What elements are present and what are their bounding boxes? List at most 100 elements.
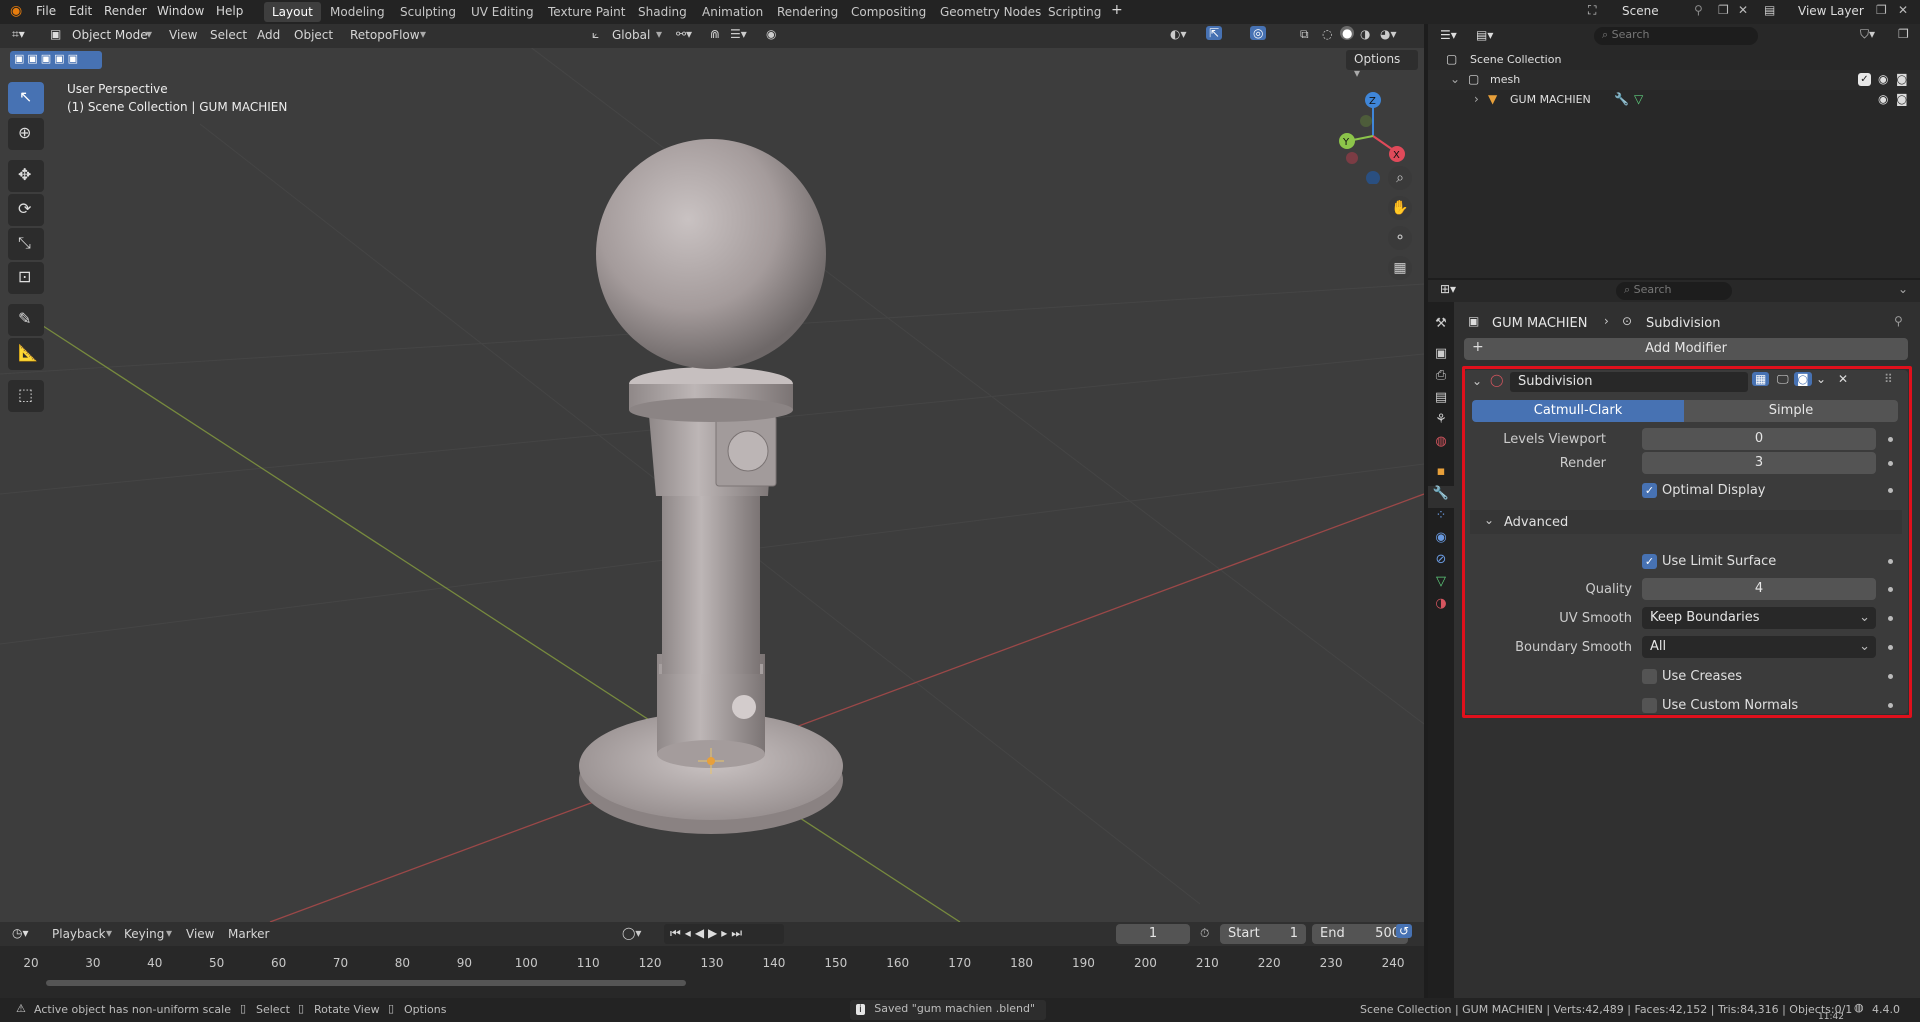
proportional-edit-icon[interactable]: ◉: [766, 27, 776, 41]
tab-layout[interactable]: Layout: [264, 2, 321, 22]
properties-search[interactable]: ⌕ Search: [1616, 282, 1732, 300]
tab-shading[interactable]: Shading: [630, 2, 695, 22]
chevron-down-icon[interactable]: ⌄: [1898, 282, 1908, 296]
annotate-tool[interactable]: ✎: [8, 304, 44, 336]
output-tab-icon[interactable]: ⎙: [1428, 368, 1454, 390]
pan-hand-icon[interactable]: ✋: [1388, 196, 1412, 220]
add-workspace-button[interactable]: +: [1111, 2, 1123, 18]
new-collection-icon[interactable]: ❐: [1898, 27, 1909, 41]
delete-view-layer-icon[interactable]: ✕: [1898, 3, 1908, 17]
3d-viewport[interactable]: User Perspective (1) Scene Collection | …: [0, 24, 1424, 922]
scene-selector[interactable]: Scene: [1622, 4, 1659, 18]
outliner[interactable]: ☰▾ ▤▾ ⌕ Search ⛉▾ ❐ ▢ Scene Collection ⌄…: [1428, 24, 1920, 278]
render-tab-icon[interactable]: ▣: [1428, 346, 1454, 368]
wireframe-shading-icon[interactable]: ◌: [1322, 27, 1332, 41]
add-modifier-button[interactable]: + Add Modifier: [1464, 338, 1908, 360]
blender-logo-icon[interactable]: ◉: [10, 3, 22, 19]
menu-render[interactable]: Render: [104, 4, 147, 18]
tab-compositing[interactable]: Compositing: [843, 2, 934, 22]
tab-uv-editing[interactable]: UV Editing: [463, 2, 542, 22]
move-tool[interactable]: ✥: [8, 160, 44, 192]
pin-icon[interactable]: ⚲: [1694, 3, 1703, 17]
menu-object[interactable]: Object: [294, 28, 333, 42]
menu-add[interactable]: Add: [257, 28, 280, 42]
menu-timeline-view[interactable]: View: [186, 927, 214, 941]
menu-help[interactable]: Help: [216, 4, 243, 18]
loop-icon[interactable]: ↺: [1396, 924, 1413, 938]
new-scene-icon[interactable]: ❐: [1718, 3, 1729, 17]
visibility-icon[interactable]: ◐▾: [1170, 27, 1187, 41]
end-frame-field[interactable]: End 500: [1312, 924, 1408, 944]
add-cube-tool[interactable]: ⬚: [8, 380, 44, 412]
options-button[interactable]: Options ▾: [1346, 50, 1418, 80]
tab-sculpting[interactable]: Sculpting: [392, 2, 464, 22]
tool-tab-icon[interactable]: ⚒: [1428, 316, 1454, 338]
solid-shading-icon[interactable]: ●: [1340, 26, 1355, 40]
pin-icon[interactable]: ⚲: [1894, 314, 1903, 328]
menu-file[interactable]: File: [36, 4, 56, 18]
eye-icon[interactable]: ◉: [1878, 92, 1888, 106]
transform-orientation-dropdown[interactable]: Global: [612, 28, 650, 42]
menu-window[interactable]: Window: [157, 4, 204, 18]
outliner-row-scene-collection[interactable]: ▢ Scene Collection: [1428, 50, 1920, 70]
scene-tab-icon[interactable]: ⚘: [1428, 412, 1454, 434]
outliner-row-mesh[interactable]: ⌄ ▢ mesh ✓ ◉ ◙: [1428, 70, 1920, 90]
tab-texture-paint[interactable]: Texture Paint: [540, 2, 633, 22]
view-layer-icon[interactable]: ▤: [1764, 3, 1775, 17]
menu-select[interactable]: Select: [210, 28, 247, 42]
modifier-tab-icon[interactable]: 🔧: [1428, 486, 1454, 508]
menu-edit[interactable]: Edit: [69, 4, 92, 18]
snap-target-icon[interactable]: ☰▾: [730, 27, 747, 41]
tab-rendering[interactable]: Rendering: [769, 2, 846, 22]
menu-playback[interactable]: Playback: [52, 927, 106, 941]
tab-geometry-nodes[interactable]: Geometry Nodes: [932, 2, 1049, 22]
object-mode-dropdown[interactable]: Object Mode: [72, 28, 148, 42]
overlay-toggle-icon[interactable]: ◎: [1250, 26, 1267, 40]
camera-icon[interactable]: ◙: [1896, 72, 1908, 86]
physics-tab-icon[interactable]: ◉: [1428, 530, 1454, 552]
perspective-toggle-icon[interactable]: ▦: [1388, 256, 1412, 280]
snap-icon[interactable]: ⋒: [710, 27, 720, 41]
record-icon[interactable]: ◯▾: [622, 926, 641, 940]
exclude-checkbox[interactable]: ✓: [1858, 73, 1871, 86]
scene-icon[interactable]: ⛶: [1588, 3, 1596, 18]
zoom-icon[interactable]: ⌕: [1388, 166, 1412, 190]
menu-marker[interactable]: Marker: [228, 927, 269, 941]
menu-keying[interactable]: Keying: [124, 927, 164, 941]
xray-icon[interactable]: ⧉: [1300, 27, 1309, 42]
particles-tab-icon[interactable]: ⁘: [1428, 508, 1454, 530]
constraints-tab-icon[interactable]: ⊘: [1428, 552, 1454, 574]
display-mode-icon[interactable]: ▤▾: [1476, 28, 1493, 42]
start-frame-field[interactable]: Start 1: [1220, 924, 1306, 944]
measure-tool[interactable]: 📐: [8, 338, 44, 370]
retopoflow-menu[interactable]: RetopoFlow: [350, 28, 420, 42]
select-box-tool[interactable]: ↖: [8, 82, 44, 114]
tab-animation[interactable]: Animation: [694, 2, 771, 22]
properties-editor[interactable]: ⊞▾ ⌕ Search ⌄ ⚒ ▣ ⎙ ▤ ⚘ ◍ ▪ 🔧 ⁘ ◉ ⊘ ▽ ◑ …: [1428, 280, 1920, 998]
new-view-layer-icon[interactable]: ❐: [1876, 3, 1887, 17]
filter-icon[interactable]: ⛉▾: [1860, 27, 1875, 42]
playback-controls[interactable]: ⏮◂◀▶▸⏭: [664, 924, 784, 944]
view-layer-selector[interactable]: View Layer: [1798, 4, 1864, 18]
tab-modeling[interactable]: Modeling: [322, 2, 393, 22]
scale-tool[interactable]: ⤡: [8, 228, 44, 260]
selection-mode-buttons[interactable]: ▣▣▣▣▣: [10, 51, 102, 69]
camera-icon[interactable]: ◙: [1896, 92, 1908, 106]
rotate-tool[interactable]: ⟳: [8, 194, 44, 226]
outliner-row-object[interactable]: › ▼ GUM MACHIEN 🔧 ▽ ◉ ◙: [1428, 90, 1920, 110]
cursor-tool[interactable]: ⊕: [8, 118, 44, 150]
clock-editor-icon[interactable]: ◷▾: [12, 926, 29, 940]
gizmo-toggle-icon[interactable]: ⇱: [1206, 26, 1223, 40]
outliner-search[interactable]: ⌕ Search: [1594, 27, 1758, 45]
properties-editor-icon[interactable]: ⊞▾: [1440, 282, 1456, 296]
tab-scripting[interactable]: Scripting: [1040, 2, 1109, 22]
menu-view[interactable]: View: [169, 28, 197, 42]
view-layer-tab-icon[interactable]: ▤: [1428, 390, 1454, 412]
camera-view-icon[interactable]: ⚬: [1388, 226, 1412, 250]
eye-icon[interactable]: ◉: [1878, 72, 1888, 86]
rendered-shading-icon[interactable]: ◕▾: [1380, 27, 1397, 41]
material-shading-icon[interactable]: ◑: [1360, 27, 1370, 41]
current-frame-field[interactable]: 1: [1116, 924, 1190, 944]
stopwatch-icon[interactable]: ⏱: [1200, 926, 1209, 941]
editor-type-icon[interactable]: ⌗▾: [12, 27, 25, 42]
